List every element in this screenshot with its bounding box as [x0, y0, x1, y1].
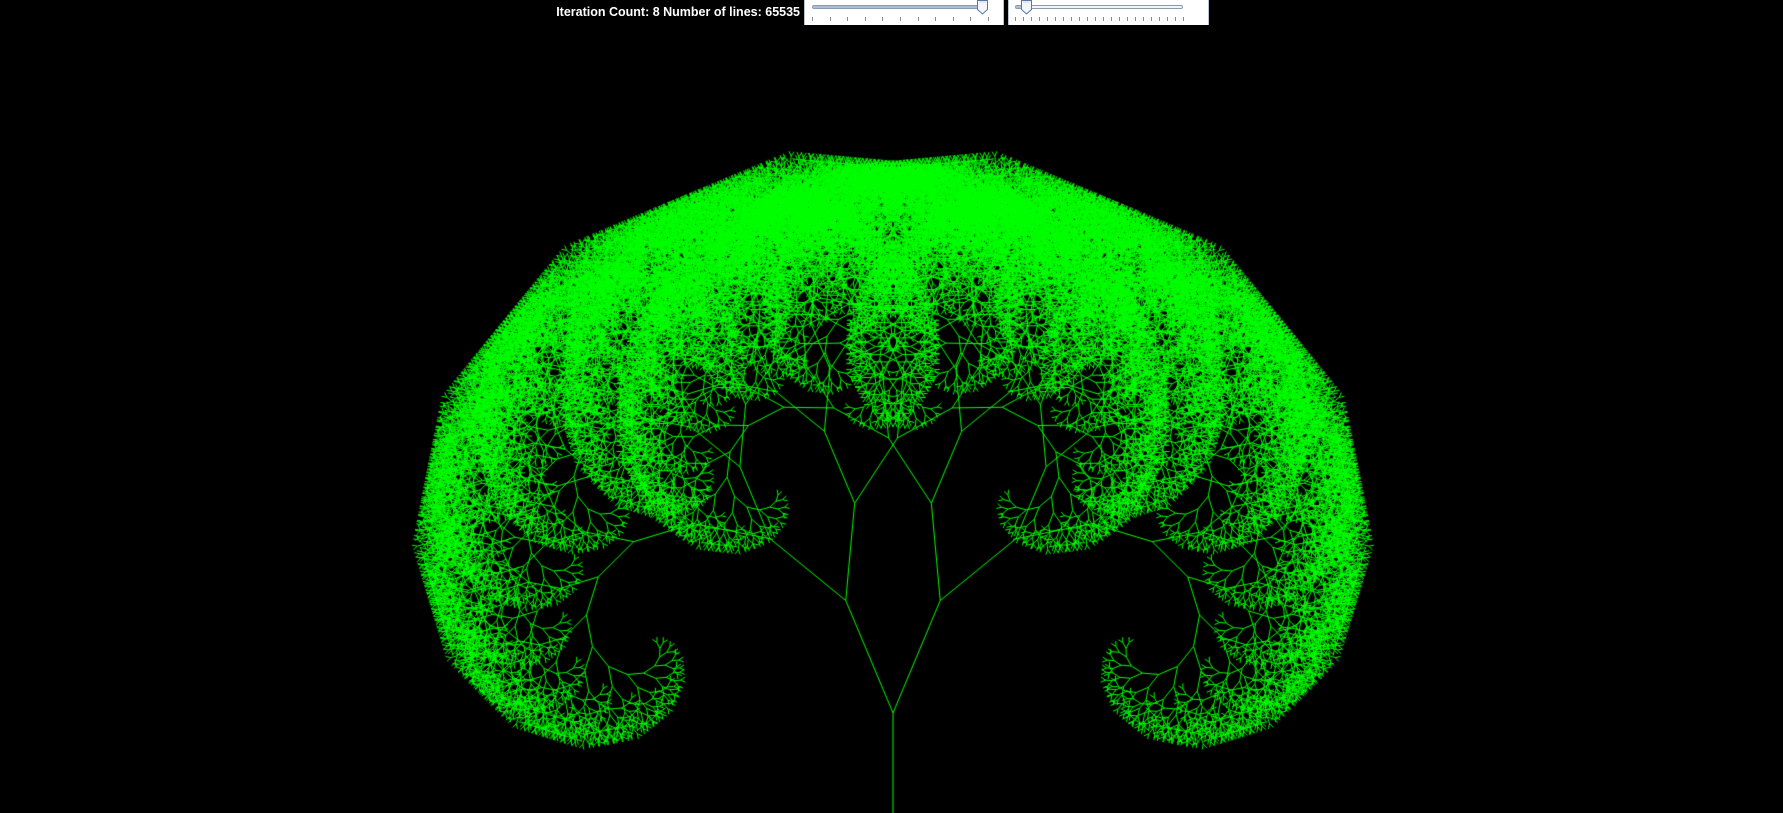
slider-tick: [1119, 17, 1120, 21]
slider-tick: [812, 17, 813, 21]
angle-slider-ticks: [1015, 17, 1184, 22]
slider-tick: [970, 17, 971, 21]
slider-tick: [953, 17, 954, 21]
slider-tick: [1151, 17, 1152, 21]
iteration-slider-fill: [813, 6, 981, 8]
angle-slider-thumb[interactable]: [1020, 0, 1033, 15]
iteration-slider-thumb[interactable]: [976, 0, 989, 15]
control-bar: Iteration Count: 8 Number of lines: 6553…: [0, 0, 1783, 26]
slider-tick: [1055, 17, 1056, 21]
slider-tick: [1183, 17, 1184, 21]
slider-tick: [1095, 17, 1096, 21]
slider-tick: [1023, 17, 1024, 21]
slider-tick: [1087, 17, 1088, 21]
slider-tick: [1127, 17, 1128, 21]
slider-tick: [1167, 17, 1168, 21]
slider-tick: [865, 17, 866, 21]
slider-tick: [1031, 17, 1032, 21]
fractal-tree-canvas: [0, 0, 1783, 813]
slider-tick: [1143, 17, 1144, 21]
slider-tick: [1111, 17, 1112, 21]
slider-tick: [1015, 17, 1016, 21]
slider-tick: [830, 17, 831, 21]
slider-tick: [1079, 17, 1080, 21]
app-window: Iteration Count: 8 Number of lines: 6553…: [0, 0, 1783, 813]
slider-tick: [882, 17, 883, 21]
slider-tick: [918, 17, 919, 21]
angle-slider-track[interactable]: [1015, 5, 1183, 9]
slider-tick: [1039, 17, 1040, 21]
slider-tick: [1159, 17, 1160, 21]
slider-tick: [847, 17, 848, 21]
slider-tick: [1071, 17, 1072, 21]
slider-tick: [1063, 17, 1064, 21]
iteration-slider-ticks: [812, 17, 989, 22]
branch-angle-slider[interactable]: [1008, 0, 1209, 25]
iteration-count-slider[interactable]: [804, 0, 1004, 25]
slider-tick: [900, 17, 901, 21]
iteration-slider-track[interactable]: [812, 5, 988, 9]
slider-tick: [935, 17, 936, 21]
iteration-status-label: Iteration Count: 8 Number of lines: 6553…: [556, 5, 800, 19]
slider-tick: [1103, 17, 1104, 21]
slider-tick: [1175, 17, 1176, 21]
slider-tick: [1047, 17, 1048, 21]
slider-tick: [988, 17, 989, 21]
slider-tick: [1135, 17, 1136, 21]
